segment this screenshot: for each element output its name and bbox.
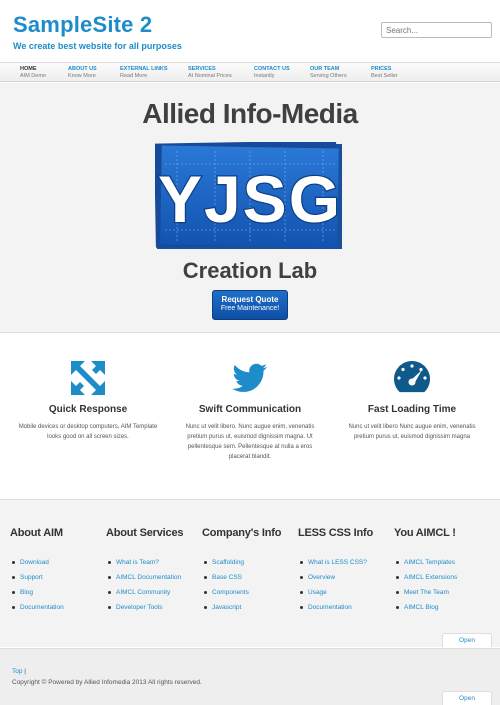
nav-item-about-us[interactable]: ABOUT US Know More [68, 66, 97, 80]
nav-sublabel: At Nominal Prices [188, 73, 232, 79]
footer-column-title: About Services [106, 527, 184, 539]
footer-link[interactable]: Base CSS [204, 570, 298, 585]
footer-link-list: Download Support Blog Documentation [12, 555, 106, 615]
separator: | [24, 668, 26, 675]
footer-link[interactable]: Javascript [204, 600, 298, 615]
open-panel-button[interactable]: Open [442, 691, 492, 705]
copyright-text: Copyright © Powered by Allied Infomedia … [12, 679, 202, 686]
nav-label: EXTERNAL LINKS [120, 66, 168, 72]
footer-link[interactable]: Scaffolding [204, 555, 298, 570]
footer-column-company-info: Company's Info Scaffolding Base CSS Comp… [202, 527, 298, 615]
yjsg-logo-graphic: YJSG [154, 140, 342, 249]
footer-link[interactable]: AIMCL Documentation [108, 570, 202, 585]
footer-link[interactable]: AIMCL Blog [396, 600, 490, 615]
nav-label: ABOUT US [68, 66, 97, 72]
request-quote-label: Request Quote [221, 295, 279, 304]
nav-sublabel: AIM Demo [20, 73, 46, 79]
nav-item-services[interactable]: SERVICES At Nominal Prices [188, 66, 232, 80]
footer-link-list: Scaffolding Base CSS Components Javascri… [204, 555, 298, 615]
top-link-row: Top | [12, 668, 26, 675]
footer-link[interactable]: Blog [12, 585, 106, 600]
hero-title: Allied Info-Media [142, 98, 358, 129]
footer-column-title: LESS CSS Info [298, 527, 374, 539]
site-header: SampleSite 2 We create best website for … [0, 0, 500, 62]
footer-links-section: About AIM Download Support Blog Document… [0, 499, 500, 647]
yjsg-logo: YJSG [154, 140, 344, 251]
footer-column-about-aim: About AIM Download Support Blog Document… [10, 527, 106, 615]
nav-item-home[interactable]: HOME AIM Demo [20, 66, 46, 80]
feature-title: Quick Response [48, 404, 128, 415]
footer-column-title: You AIMCL ! [394, 527, 456, 539]
footer-link[interactable]: Support [12, 570, 106, 585]
nav-sublabel: Read More [120, 73, 148, 79]
nav-item-our-team[interactable]: OUR TEAM Serving Others [310, 66, 347, 80]
back-to-top-link[interactable]: Top [12, 668, 22, 675]
nav-label: PRICES [371, 66, 392, 72]
search-input[interactable] [381, 22, 492, 38]
twitter-bird-icon [232, 363, 267, 392]
nav-item-prices[interactable]: PRICES Best Seller [371, 66, 398, 80]
footer-link[interactable]: What is LESS CSS? [300, 555, 394, 570]
footer-link-list: What is LESS CSS? Overview Usage Documen… [300, 555, 394, 615]
nav-item-contact-us[interactable]: CONTACT US Instantly [254, 66, 290, 80]
footer-link[interactable]: Usage [300, 585, 394, 600]
feature-title: Swift Communication [198, 404, 302, 415]
feature-title: Fast Loading Time [367, 404, 457, 415]
nav-label: HOME [20, 66, 37, 72]
site-title[interactable]: SampleSite 2 [13, 12, 152, 38]
nav-sublabel: Serving Others [310, 73, 347, 79]
footer-link[interactable]: Components [204, 585, 298, 600]
nav-label: SERVICES [188, 66, 216, 72]
footer-link[interactable]: Overview [300, 570, 394, 585]
nav-label: OUR TEAM [310, 66, 340, 72]
footer-link[interactable]: What is Team? [108, 555, 202, 570]
main-navigation: HOME AIM Demo ABOUT US Know More EXTERNA… [0, 62, 500, 82]
feature-text: Nunc ut velit libero. Nunc augue enim, v… [185, 424, 315, 460]
bottom-bar: Top | Copyright © Powered by Allied Info… [0, 648, 500, 705]
speedometer-icon [394, 361, 430, 393]
feature-text: Nunc ut velit libero Nunc augue enim, ve… [348, 424, 476, 440]
request-quote-sublabel: Free Maintenance! [220, 305, 280, 312]
request-quote-button[interactable]: Request Quote Free Maintenance! [212, 290, 288, 320]
nav-label: CONTACT US [254, 66, 290, 72]
footer-link[interactable]: AIMCL Community [108, 585, 202, 600]
footer-link[interactable]: Meet The Team [396, 585, 490, 600]
nav-sublabel: Instantly [254, 73, 275, 79]
footer-link[interactable]: Developer Tools [108, 600, 202, 615]
site-tagline: We create best website for all purposes [13, 41, 182, 51]
hero-subtitle: Creation Lab [182, 258, 318, 283]
feature-text: Mobile devices or desktop computers, AIM… [18, 424, 158, 440]
footer-column-you-aimcl: You AIMCL ! AIMCL Templates AIMCL Extens… [394, 527, 490, 615]
footer-link[interactable]: AIMCL Extensions [396, 570, 490, 585]
footer-column-about-services: About Services What is Team? AIMCL Docum… [106, 527, 202, 615]
expand-arrows-icon [71, 361, 105, 395]
features-section: Quick Response Mobile devices or desktop… [0, 334, 500, 499]
footer-link-list: What is Team? AIMCL Documentation AIMCL … [108, 555, 202, 615]
nav-item-external-links[interactable]: EXTERNAL LINKS Read More [120, 66, 168, 80]
nav-sublabel: Best Seller [371, 73, 398, 79]
footer-link[interactable]: AIMCL Templates [396, 555, 490, 570]
open-panel-button[interactable]: Open [442, 633, 492, 647]
nav-sublabel: Know More [68, 73, 96, 79]
footer-column-title: Company's Info [202, 527, 282, 539]
footer-link-list: AIMCL Templates AIMCL Extensions Meet Th… [396, 555, 490, 615]
hero-section: Allied Info-Media YJSG Creation Lab Requ… [0, 83, 500, 333]
footer-link[interactable]: Documentation [12, 600, 106, 615]
footer-column-less-css-info: LESS CSS Info What is LESS CSS? Overview… [298, 527, 394, 615]
logo-text: YJSG [158, 162, 342, 236]
footer-link[interactable]: Documentation [300, 600, 394, 615]
footer-link[interactable]: Download [12, 555, 106, 570]
footer-column-title: About AIM [10, 527, 63, 539]
